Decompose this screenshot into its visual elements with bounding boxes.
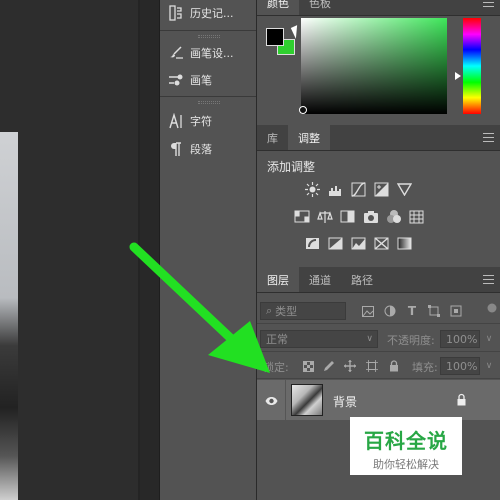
hue-slider-handle[interactable] [455, 72, 461, 80]
hue-saturation-icon[interactable] [293, 208, 310, 225]
document-canvas[interactable] [0, 0, 140, 500]
opacity-value: 100% [446, 332, 478, 346]
opacity-label: 不透明度: [387, 334, 435, 347]
lock-transparent-pixels-icon[interactable] [301, 359, 315, 373]
history-icon [168, 5, 184, 21]
character-panel-button[interactable]: 字符 [168, 110, 254, 132]
opacity-dropdown-icon[interactable]: ∨ [482, 332, 496, 346]
tab-swatches[interactable]: 色板 [299, 0, 341, 15]
color-lookup-icon[interactable] [408, 208, 425, 225]
brightness-contrast-icon[interactable] [304, 181, 321, 198]
document-canvas-area[interactable] [0, 0, 160, 500]
dock-divider [160, 30, 256, 31]
paragraph-label: 段落 [190, 143, 212, 156]
chevron-down-icon: ∨ [366, 334, 373, 344]
color-field[interactable] [301, 18, 447, 114]
foreground-color-swatch[interactable] [266, 28, 284, 46]
blend-mode-value: 正常 [266, 333, 288, 346]
history-label: 历史记... [190, 7, 234, 20]
brush-settings-panel-button[interactable]: 画笔设... [168, 42, 254, 64]
lock-image-pixels-icon[interactable] [322, 359, 336, 373]
posterize-icon[interactable] [327, 235, 344, 252]
filter-type-icon[interactable]: T [405, 304, 419, 318]
search-icon: ⌕ [266, 304, 273, 317]
panel-menu-icon[interactable] [483, 275, 494, 284]
blend-mode-select[interactable]: 正常 ∨ [260, 330, 378, 348]
panel-menu-icon[interactable] [483, 0, 494, 7]
fill-input[interactable]: 100% [440, 357, 480, 375]
dock-divider [160, 96, 256, 97]
lock-artboard-icon[interactable] [365, 359, 379, 373]
paragraph-icon [168, 141, 184, 157]
dock-grip[interactable] [160, 34, 257, 40]
fill-label: 填充: [412, 361, 438, 374]
tab-layers[interactable]: 图层 [257, 267, 299, 292]
black-white-icon[interactable] [339, 208, 356, 225]
layer-name[interactable]: 背景 [333, 393, 357, 410]
fill-dropdown-icon[interactable]: ∨ [482, 359, 496, 373]
paragraph-panel-button[interactable]: 段落 [168, 138, 254, 160]
tab-channels[interactable]: 通道 [299, 267, 341, 292]
brush-settings-label: 画笔设... [190, 47, 234, 60]
adjustment-row-1 [304, 181, 413, 198]
layer-row-background[interactable]: 背景 [257, 380, 500, 420]
canvas-photo[interactable] [0, 132, 18, 500]
photo-filter-icon[interactable] [362, 208, 379, 225]
opacity-input[interactable]: 100% [440, 330, 480, 348]
hue-slider[interactable] [463, 18, 481, 114]
dock-grip[interactable] [160, 100, 257, 106]
invert-icon[interactable] [304, 235, 321, 252]
levels-icon[interactable] [327, 181, 344, 198]
layer-filter-value: 类型 [275, 305, 298, 318]
layers-divider [257, 323, 500, 324]
exposure-icon[interactable] [373, 181, 390, 198]
color-field-marker[interactable] [299, 106, 307, 114]
history-panel-button[interactable]: 历史记... [168, 2, 254, 24]
gradient-map-icon[interactable] [396, 235, 413, 252]
lock-position-icon[interactable] [343, 359, 357, 373]
tab-adjustments[interactable]: 调整 [288, 125, 330, 150]
selective-color-icon[interactable] [373, 235, 390, 252]
watermark-title: 百科全说 [364, 429, 448, 453]
watermark-subtitle: 助你轻松解决 [373, 458, 439, 471]
vibrance-icon[interactable] [396, 181, 413, 198]
channel-mixer-icon[interactable] [385, 208, 402, 225]
adjustment-row-2 [293, 208, 425, 225]
eye-icon[interactable] [265, 395, 278, 407]
filter-smart-object-icon[interactable] [449, 304, 463, 318]
layer-thumbnail[interactable] [291, 384, 323, 416]
color-panel-tabbar: 颜色 色板 [257, 0, 500, 16]
brush-label: 画笔 [190, 74, 212, 87]
curves-icon[interactable] [350, 181, 367, 198]
fill-value: 100% [446, 359, 478, 373]
brush-settings-icon [168, 45, 184, 61]
add-adjustment-title: 添加调整 [267, 160, 316, 174]
layers-panel-tabbar: 图层 通道 路径 [257, 267, 500, 293]
character-icon [168, 113, 184, 129]
layer-divider [285, 380, 286, 420]
filter-toggle-icon[interactable] [485, 301, 499, 315]
filter-shape-icon[interactable] [427, 304, 441, 318]
adjustments-panel-tabbar: 库 调整 [257, 125, 500, 151]
collapsed-panel-dock: 历史记... 画笔设... 画笔 字符 段落 [160, 0, 257, 500]
character-label: 字符 [190, 115, 212, 128]
filter-adjustment-icon[interactable] [383, 304, 397, 318]
brush-panel-button[interactable]: 画笔 [168, 69, 254, 91]
lock-label: 锁定: [263, 361, 289, 374]
color-balance-icon[interactable] [316, 208, 333, 225]
layers-divider [257, 351, 500, 352]
watermark-badge: 百科全说 助你轻松解决 [350, 417, 462, 475]
tab-paths[interactable]: 路径 [341, 267, 383, 292]
threshold-icon[interactable] [350, 235, 367, 252]
lock-all-icon[interactable] [387, 359, 401, 373]
adjustment-row-3 [304, 235, 413, 252]
brush-icon [168, 72, 184, 88]
layer-filter-select[interactable]: ⌕ 类型 [260, 302, 346, 320]
lock-icon [456, 393, 468, 406]
tab-libraries[interactable]: 库 [257, 125, 288, 150]
layers-divider [257, 378, 500, 379]
filter-pixel-icon[interactable] [361, 304, 375, 318]
panel-menu-icon[interactable] [483, 133, 494, 142]
tab-color[interactable]: 颜色 [257, 0, 299, 15]
